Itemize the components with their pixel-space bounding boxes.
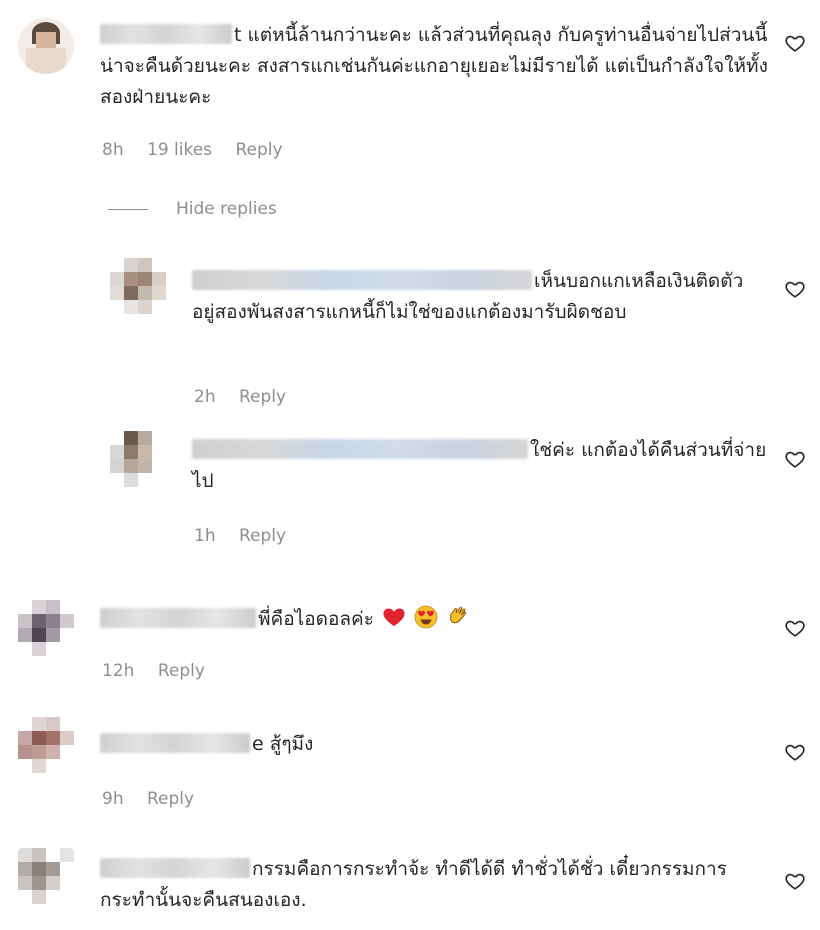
avatar[interactable] xyxy=(110,431,166,487)
timestamp: 9h xyxy=(102,789,124,809)
comment-text: พี่คือไอดอลค่ะ xyxy=(100,604,760,635)
heart-outline-icon[interactable] xyxy=(784,278,806,300)
comment-meta: 12h Reply xyxy=(102,661,223,681)
red-heart-emoji xyxy=(383,608,405,626)
heart-outline-icon[interactable] xyxy=(784,32,806,54)
heart-outline-icon[interactable] xyxy=(784,617,806,639)
comment-text: t แต่หนี้ล้านกว่านะคะ แล้วส่วนที่คุณลุง … xyxy=(100,24,768,108)
avatar[interactable] xyxy=(18,848,74,904)
heart-eyes-emoji xyxy=(414,605,438,629)
reply-comment: ใช่ค่ะ แกต้องได้คืนส่วนที่จ่ายไป 1h Repl… xyxy=(0,425,820,555)
reply-comment: เห็นบอกแกเหลือเงินติดตัวอยู่สองพันสงสารแ… xyxy=(0,250,820,420)
comment: t แต่หนี้ล้านกว่านะคะ แล้วส่วนที่คุณลุง … xyxy=(0,0,820,190)
comment: กรรมคือการกระทำจ้ะ ทำดีได้ดี ทำชั่วได้ชั… xyxy=(0,838,820,930)
comment-meta: 1h Reply xyxy=(194,526,304,546)
likes-count[interactable]: 19 likes xyxy=(147,140,212,160)
comment-meta: 9h Reply xyxy=(102,789,212,809)
reply-button[interactable]: Reply xyxy=(235,140,282,160)
comment-text: e สู้ๆมึง xyxy=(100,729,760,760)
timestamp: 1h xyxy=(194,526,216,546)
reply-button[interactable]: Reply xyxy=(239,526,286,546)
reply-button[interactable]: Reply xyxy=(158,661,205,681)
comment: e สู้ๆมึง 9h Reply xyxy=(0,715,820,815)
heart-outline-icon[interactable] xyxy=(784,870,806,892)
timestamp: 12h xyxy=(102,661,135,681)
redacted-username[interactable] xyxy=(192,270,532,290)
comment: พี่คือไอดอลค่ะ 12h Reply xyxy=(0,590,820,690)
reply-button[interactable]: Reply xyxy=(239,387,286,407)
redacted-username[interactable] xyxy=(100,24,232,44)
comment-text: ใช่ค่ะ แกต้องได้คืนส่วนที่จ่ายไป xyxy=(192,439,767,492)
heart-outline-icon[interactable] xyxy=(784,741,806,763)
redacted-username[interactable] xyxy=(100,733,250,753)
hide-replies-button[interactable]: Hide replies xyxy=(108,199,277,219)
clapping-hands-emoji xyxy=(450,606,467,624)
comment-text: กรรมคือการกระทำจ้ะ ทำดีได้ดี ทำชั่วได้ชั… xyxy=(100,858,727,911)
redacted-username[interactable] xyxy=(100,608,256,628)
comment-meta: 2h Reply xyxy=(194,387,304,407)
reply-button[interactable]: Reply xyxy=(147,789,194,809)
avatar[interactable] xyxy=(18,717,74,773)
redacted-username[interactable] xyxy=(100,858,250,878)
avatar[interactable] xyxy=(18,600,74,656)
comment-text: เห็นบอกแกเหลือเงินติดตัวอยู่สองพันสงสารแ… xyxy=(192,270,744,323)
timestamp: 2h xyxy=(194,387,216,407)
avatar[interactable] xyxy=(18,18,74,74)
comment-meta: 8h 19 likes Reply xyxy=(102,140,301,160)
avatar[interactable] xyxy=(110,258,166,314)
divider-line xyxy=(108,208,148,210)
hide-replies-label: Hide replies xyxy=(176,199,277,219)
heart-outline-icon[interactable] xyxy=(784,448,806,470)
timestamp: 8h xyxy=(102,140,124,160)
redacted-username[interactable] xyxy=(192,439,528,459)
